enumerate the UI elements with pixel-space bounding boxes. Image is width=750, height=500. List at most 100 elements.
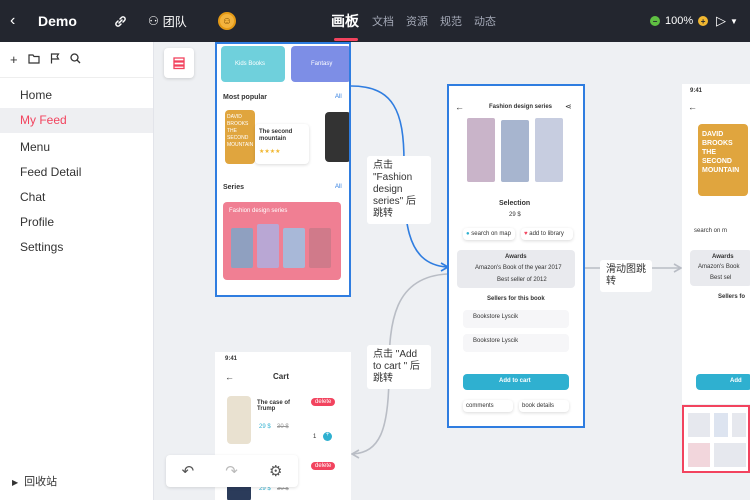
back-icon[interactable]: ‹ bbox=[10, 0, 26, 42]
banner-title: Fashion design series bbox=[229, 208, 288, 214]
artboard-book-detail[interactable]: 9:41 ← DAVID BROOKS THE SECOND MOUNTAIN … bbox=[682, 84, 750, 404]
sidebar: + Home My Feed Menu Feed Detail Chat Pro… bbox=[0, 42, 154, 500]
history-toolbar: ↶ ↷ ⚙ bbox=[166, 455, 298, 487]
increment-button[interactable]: + bbox=[323, 432, 332, 441]
awards-title: Awards bbox=[505, 254, 527, 260]
tab-docs[interactable]: 文档 bbox=[372, 0, 394, 42]
award-item: Amazon's Book of the year 2017 bbox=[475, 265, 562, 271]
detail-header: Fashion design series bbox=[489, 104, 553, 110]
gear-icon[interactable]: ⚙ bbox=[269, 462, 282, 480]
add-to-cart-button[interactable]: Add to cart bbox=[463, 374, 569, 390]
search-on-map-button[interactable]: ● search on map bbox=[463, 228, 515, 240]
active-tab-indicator bbox=[334, 38, 358, 41]
seller-name: Bookstore Lyscik bbox=[473, 314, 519, 320]
link-icon[interactable] bbox=[114, 0, 127, 42]
button-label: search on map bbox=[471, 231, 511, 237]
tab-spec[interactable]: 规范 bbox=[440, 0, 462, 42]
minimap-artboard bbox=[714, 413, 728, 437]
play-button[interactable]: ▷ ▼ bbox=[716, 0, 738, 42]
folder-icon[interactable] bbox=[27, 52, 40, 67]
chip-label: Fantasy bbox=[311, 61, 333, 67]
tab-activity[interactable]: 动态 bbox=[474, 0, 496, 42]
add-to-library-button[interactable]: ♥ add to library bbox=[521, 228, 573, 240]
seller-row[interactable]: Bookstore Lyscik bbox=[463, 310, 569, 328]
quantity: 1 bbox=[313, 434, 317, 440]
book-card[interactable]: The second mountain ★★★★ bbox=[255, 124, 309, 164]
zoom-control: − 100% + bbox=[650, 0, 709, 42]
book-cover bbox=[257, 224, 279, 268]
add-icon[interactable]: + bbox=[10, 52, 18, 67]
button-label: comments bbox=[466, 403, 494, 409]
flow-note[interactable]: 点击 "Fashion design series" 后跳转 bbox=[367, 156, 431, 224]
book-cover-title: DAVID BROOKS THE SECOND MOUNTAIN bbox=[227, 114, 254, 148]
book-cover[interactable] bbox=[325, 112, 349, 162]
book-cover bbox=[467, 118, 495, 182]
zoom-level: 100% bbox=[665, 15, 694, 27]
team-button[interactable]: ⚇ 团队 bbox=[148, 0, 187, 42]
minimap-artboard bbox=[688, 413, 710, 437]
book-details-button[interactable]: book details bbox=[519, 400, 569, 412]
trash-folder[interactable]: ▶ 回收站 bbox=[12, 473, 57, 489]
artboard-my-feed[interactable]: Kids Books Fantasy Most popular All DAVI… bbox=[215, 42, 351, 297]
sidebar-item-menu[interactable]: Menu bbox=[0, 135, 153, 160]
section-title: Series bbox=[223, 184, 245, 191]
undo-icon[interactable]: ↶ bbox=[182, 462, 195, 480]
sidebar-item-chat[interactable]: Chat bbox=[0, 185, 153, 210]
minimap[interactable] bbox=[682, 405, 750, 473]
comments-button[interactable]: comments bbox=[463, 400, 513, 412]
seller-name: Bookstore Lyscik bbox=[473, 338, 519, 344]
chip-label: Kids Books bbox=[235, 61, 266, 67]
book-cover-title: DAVID BROOKS THE SECOND MOUNTAIN bbox=[702, 131, 740, 174]
seller-row[interactable]: Bookstore Lyscik bbox=[463, 334, 569, 352]
category-chip[interactable]: Kids Books bbox=[221, 46, 285, 82]
sidebar-item-feed-detail[interactable]: Feed Detail bbox=[0, 160, 153, 185]
flow-note[interactable]: 点击 "Add to cart " 后跳转 bbox=[367, 345, 431, 389]
back-arrow-icon[interactable]: ← bbox=[225, 372, 234, 382]
search-on-map-button[interactable]: search on m bbox=[694, 228, 727, 234]
sidebar-item-profile[interactable]: Profile bbox=[0, 210, 153, 235]
status-time: 9:41 bbox=[225, 356, 238, 362]
sellers-title: Sellers for this book bbox=[487, 296, 545, 302]
minimap-artboard bbox=[714, 443, 746, 467]
artboard-canvas[interactable]: Kids Books Fantasy Most popular All DAVI… bbox=[154, 42, 750, 500]
award-item: Best sel bbox=[710, 275, 732, 281]
back-arrow-icon[interactable]: ← bbox=[455, 102, 464, 112]
status-time: 9:41 bbox=[690, 88, 703, 94]
cart-title: Cart bbox=[273, 372, 290, 381]
book-cover bbox=[501, 120, 529, 182]
avatar[interactable]: ☺ bbox=[218, 12, 236, 30]
award-item: Best seller of 2012 bbox=[497, 277, 547, 283]
artboard-feed-detail[interactable]: ← Fashion design series ⋖ Selection 29 $… bbox=[447, 84, 585, 428]
zoom-out-icon[interactable]: − bbox=[650, 16, 660, 26]
rating-stars: ★★★★ bbox=[259, 149, 281, 155]
team-icon: ⚇ bbox=[148, 14, 159, 28]
series-banner[interactable]: Fashion design series bbox=[223, 202, 341, 280]
delete-button[interactable]: delete bbox=[311, 398, 336, 406]
share-icon[interactable]: ⋖ bbox=[565, 102, 572, 111]
book-cover bbox=[231, 228, 253, 268]
see-all-link[interactable]: All bbox=[335, 94, 342, 100]
flow-note[interactable]: 滑动图跳转 bbox=[600, 260, 652, 292]
tab-artboard[interactable]: 画板 bbox=[331, 0, 359, 42]
button-label: add to library bbox=[529, 231, 564, 237]
see-all-link[interactable]: All bbox=[335, 184, 342, 190]
flag-icon[interactable] bbox=[50, 52, 60, 67]
sidebar-item-home[interactable]: Home bbox=[0, 83, 153, 108]
redo-icon[interactable]: ↷ bbox=[225, 462, 238, 480]
sidebar-toolbar: + bbox=[0, 42, 153, 78]
category-chip[interactable]: Fantasy bbox=[291, 46, 349, 82]
back-arrow-icon[interactable]: ← bbox=[688, 102, 697, 112]
book-cover[interactable]: DAVID BROOKS THE SECOND MOUNTAIN bbox=[225, 110, 255, 164]
add-to-cart-button[interactable]: Add bbox=[696, 374, 750, 390]
section-title: Most popular bbox=[223, 94, 267, 101]
team-label: 团队 bbox=[162, 14, 187, 29]
zoom-in-icon[interactable]: + bbox=[698, 16, 709, 26]
minimap-artboard bbox=[688, 443, 710, 467]
delete-button[interactable]: delete bbox=[311, 462, 336, 470]
play-icon: ▷ bbox=[716, 13, 726, 28]
sidebar-item-settings[interactable]: Settings bbox=[0, 235, 153, 260]
sidebar-item-my-feed[interactable]: My Feed bbox=[0, 108, 153, 133]
tab-resources[interactable]: 资源 bbox=[406, 0, 428, 42]
search-icon[interactable] bbox=[69, 52, 81, 67]
awards-panel: Awards Amazon's Book Best sel bbox=[690, 250, 750, 286]
